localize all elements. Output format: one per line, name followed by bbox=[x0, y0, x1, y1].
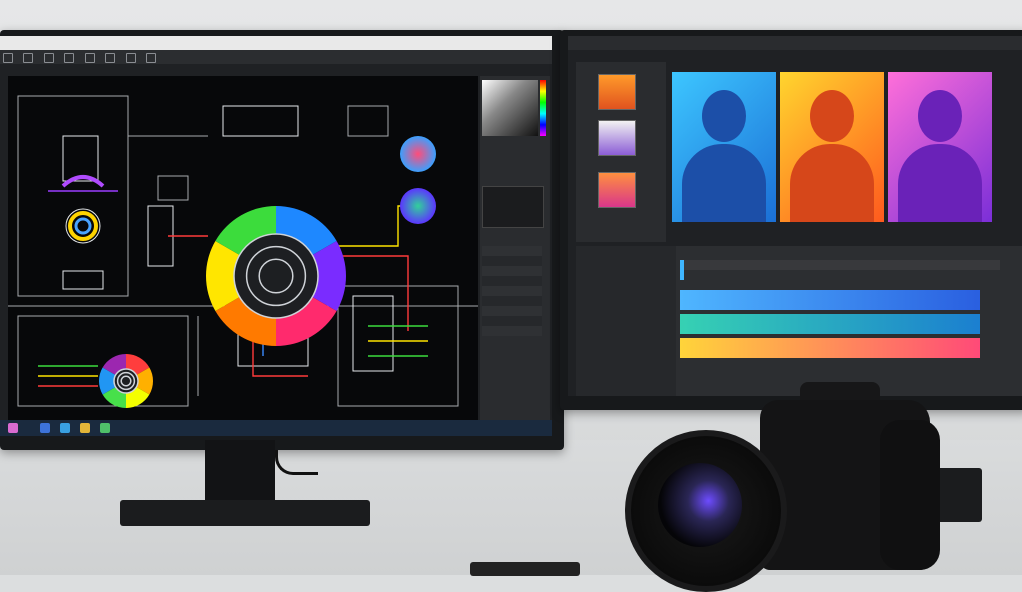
clip-thumbnail[interactable] bbox=[598, 120, 636, 156]
tool-icon[interactable] bbox=[64, 53, 75, 63]
portrait-frame bbox=[888, 72, 992, 222]
app-titlebar bbox=[568, 36, 1022, 50]
color-picker-swatch[interactable] bbox=[482, 80, 538, 136]
lens-glass bbox=[658, 463, 742, 547]
right-monitor bbox=[560, 30, 1022, 410]
portrait-frame bbox=[672, 72, 776, 222]
project-panel bbox=[576, 62, 666, 242]
left-monitor bbox=[0, 30, 564, 450]
tool-icon[interactable] bbox=[3, 53, 13, 63]
os-taskbar bbox=[0, 420, 552, 436]
camera-grip bbox=[880, 420, 940, 570]
portrait-frame bbox=[780, 72, 884, 222]
clip-thumbnail[interactable] bbox=[598, 172, 636, 208]
start-button[interactable] bbox=[8, 423, 18, 433]
right-tool-panel bbox=[480, 76, 550, 421]
schematic-drawing bbox=[8, 95, 478, 408]
color-wheel-small bbox=[99, 354, 153, 408]
timeline-panel[interactable] bbox=[576, 246, 1022, 396]
schematic-canvas[interactable] bbox=[8, 76, 478, 421]
silhouette-body bbox=[898, 144, 982, 222]
taskbar-app[interactable] bbox=[100, 423, 110, 433]
layers-list bbox=[482, 246, 542, 336]
timeline-clip[interactable] bbox=[680, 290, 980, 310]
right-monitor-screen bbox=[568, 36, 1022, 396]
taskbar-app[interactable] bbox=[80, 423, 90, 433]
track-headers bbox=[576, 246, 676, 396]
tool-icon[interactable] bbox=[23, 53, 34, 63]
tool-icon[interactable] bbox=[105, 53, 116, 63]
cable bbox=[275, 450, 318, 475]
tool-icon[interactable] bbox=[43, 53, 54, 63]
color-orb bbox=[400, 188, 436, 224]
app-toolbar bbox=[0, 50, 552, 64]
silhouette-head bbox=[702, 90, 746, 142]
color-wheel-main bbox=[206, 206, 346, 346]
app-titlebar bbox=[0, 36, 552, 50]
silhouette-body bbox=[682, 144, 766, 222]
keyboard bbox=[470, 562, 580, 576]
taskbar-app[interactable] bbox=[40, 423, 50, 433]
taskbar-app[interactable] bbox=[60, 423, 70, 433]
tool-icon[interactable] bbox=[84, 53, 95, 63]
levels-histogram bbox=[482, 186, 544, 228]
hue-slider[interactable] bbox=[540, 80, 546, 136]
playhead[interactable] bbox=[680, 260, 684, 280]
left-monitor-base bbox=[120, 500, 370, 526]
tool-icon[interactable] bbox=[146, 53, 157, 63]
silhouette-head bbox=[918, 90, 962, 142]
silhouette-head bbox=[810, 90, 854, 142]
clip-thumbnail[interactable] bbox=[598, 74, 636, 110]
timeline-ruler bbox=[680, 260, 1000, 270]
silhouette-body bbox=[790, 144, 874, 222]
tool-icon[interactable] bbox=[125, 53, 136, 63]
left-monitor-screen bbox=[0, 36, 552, 436]
color-orb bbox=[400, 136, 436, 172]
timeline-clip[interactable] bbox=[680, 338, 980, 358]
timeline-clip[interactable] bbox=[680, 314, 980, 334]
